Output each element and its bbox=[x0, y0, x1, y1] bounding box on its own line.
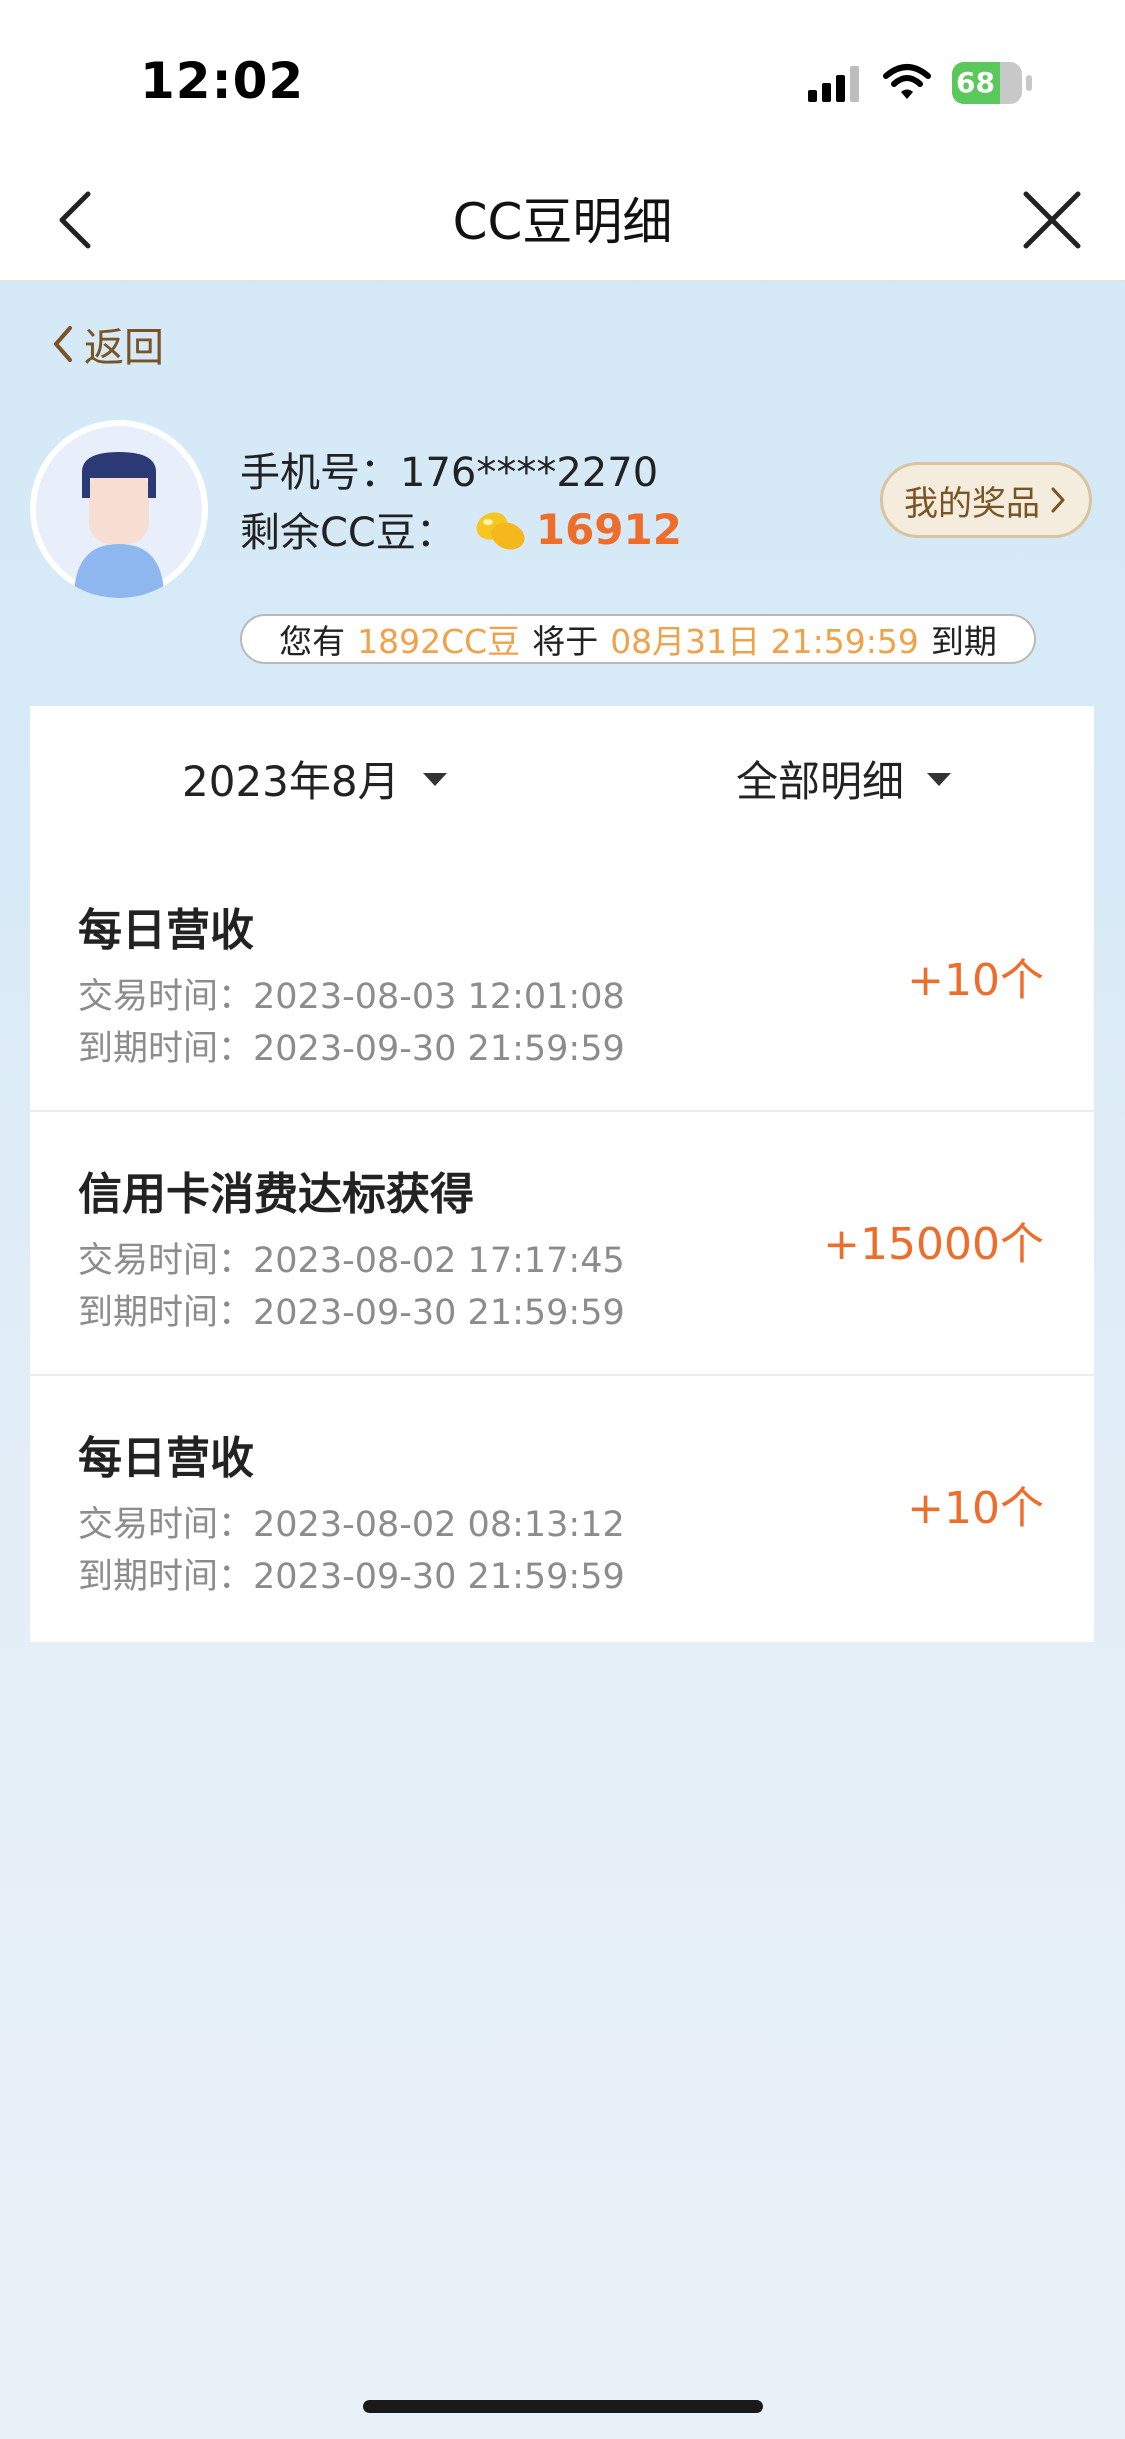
trade-time: 交易时间：2023-08-03 12:01:08 bbox=[78, 968, 625, 1019]
list-item[interactable]: 每日营收 交易时间：2023-08-02 08:13:12 到期时间：2023-… bbox=[30, 1376, 1094, 1640]
trade-time: 交易时间：2023-08-02 17:17:45 bbox=[78, 1232, 625, 1283]
status-bar: 12:02 68 bbox=[0, 0, 1125, 160]
expire-time-label: 到期时间： bbox=[78, 1557, 254, 1597]
expire-time-value: 2023-09-30 21:59:59 bbox=[253, 1293, 625, 1333]
chevron-right-icon bbox=[1051, 487, 1065, 513]
expiry-prefix: 您有 bbox=[279, 622, 346, 661]
expire-time-value: 2023-09-30 21:59:59 bbox=[253, 1557, 625, 1597]
trade-time-value: 2023-08-03 12:01:08 bbox=[253, 977, 625, 1017]
battery-percent: 68 bbox=[956, 66, 995, 99]
home-indicator[interactable] bbox=[363, 2400, 763, 2413]
chevron-left-icon bbox=[54, 326, 72, 362]
expire-time-value: 2023-09-30 21:59:59 bbox=[253, 1029, 625, 1069]
record-title: 每日营收 bbox=[78, 1433, 254, 1484]
beans-count: 16912 bbox=[535, 504, 682, 554]
back-link[interactable]: 返回 bbox=[48, 316, 164, 372]
expire-time: 到期时间：2023-09-30 21:59:59 bbox=[78, 1284, 625, 1335]
status-time: 12:02 bbox=[140, 52, 305, 110]
page-title: CC豆明细 bbox=[452, 193, 673, 251]
trade-time-value: 2023-08-02 08:13:12 bbox=[253, 1505, 625, 1545]
expiry-date: 08月31日 21:59:59 bbox=[610, 622, 919, 661]
record-title: 信用卡消费达标获得 bbox=[78, 1169, 474, 1220]
type-filter-dropdown[interactable]: 全部明细 bbox=[736, 748, 952, 809]
record-amount: +10个 bbox=[907, 1483, 1044, 1534]
avatar bbox=[30, 420, 208, 598]
avatar-icon bbox=[30, 420, 208, 598]
expire-time-label: 到期时间： bbox=[78, 1293, 254, 1333]
cellular-signal-icon bbox=[808, 66, 859, 102]
phone-number: 手机号：176****2270 bbox=[240, 440, 658, 498]
expiry-amount: 1892CC豆 bbox=[357, 622, 521, 661]
my-prizes-label: 我的奖品 bbox=[904, 483, 1040, 524]
month-filter-label: 2023年8月 bbox=[182, 757, 400, 806]
expiry-suffix: 到期 bbox=[930, 622, 997, 661]
beans-label: 剩余CC豆： bbox=[240, 510, 456, 556]
trade-time-value: 2023-08-02 17:17:45 bbox=[253, 1241, 625, 1281]
caret-down-icon bbox=[422, 772, 447, 786]
trade-time-label: 交易时间： bbox=[78, 1241, 254, 1281]
list-item[interactable]: 每日营收 交易时间：2023-08-03 12:01:08 到期时间：2023-… bbox=[30, 848, 1094, 1112]
trade-time-label: 交易时间： bbox=[78, 1505, 254, 1545]
my-prizes-button[interactable]: 我的奖品 bbox=[880, 462, 1092, 538]
battery-icon: 68 bbox=[952, 62, 1032, 104]
record-amount: +10个 bbox=[907, 955, 1044, 1006]
record-amount: +15000个 bbox=[823, 1219, 1044, 1270]
trade-time-label: 交易时间： bbox=[78, 977, 254, 1017]
expire-time-label: 到期时间： bbox=[78, 1029, 254, 1069]
nav-bar: CC豆明细 bbox=[0, 160, 1125, 282]
close-icon[interactable] bbox=[1018, 186, 1086, 254]
phone-label: 手机号： bbox=[240, 450, 400, 496]
expiry-notice: 您有 1892CC豆 将于 08月31日 21:59:59 到期 bbox=[240, 614, 1036, 664]
type-filter-label: 全部明细 bbox=[736, 757, 905, 806]
bean-icon bbox=[476, 512, 525, 550]
expire-time: 到期时间：2023-09-30 21:59:59 bbox=[78, 1020, 625, 1071]
caret-down-icon bbox=[927, 772, 952, 786]
remaining-beans: 剩余CC豆： 16912 bbox=[240, 500, 682, 558]
records-card: 2023年8月 全部明细 每日营收 交易时间：2023-08-03 12:01:… bbox=[30, 706, 1094, 1642]
list-item[interactable]: 信用卡消费达标获得 交易时间：2023-08-02 17:17:45 到期时间：… bbox=[30, 1112, 1094, 1376]
wifi-icon bbox=[883, 64, 931, 99]
back-link-label: 返回 bbox=[84, 325, 164, 371]
month-filter-dropdown[interactable]: 2023年8月 bbox=[182, 748, 448, 809]
phone-value: 176****2270 bbox=[400, 450, 659, 496]
record-title: 每日营收 bbox=[78, 905, 254, 956]
expire-time: 到期时间：2023-09-30 21:59:59 bbox=[78, 1548, 625, 1599]
trade-time: 交易时间：2023-08-02 08:13:12 bbox=[78, 1496, 625, 1547]
expiry-middle: 将于 bbox=[532, 622, 599, 661]
